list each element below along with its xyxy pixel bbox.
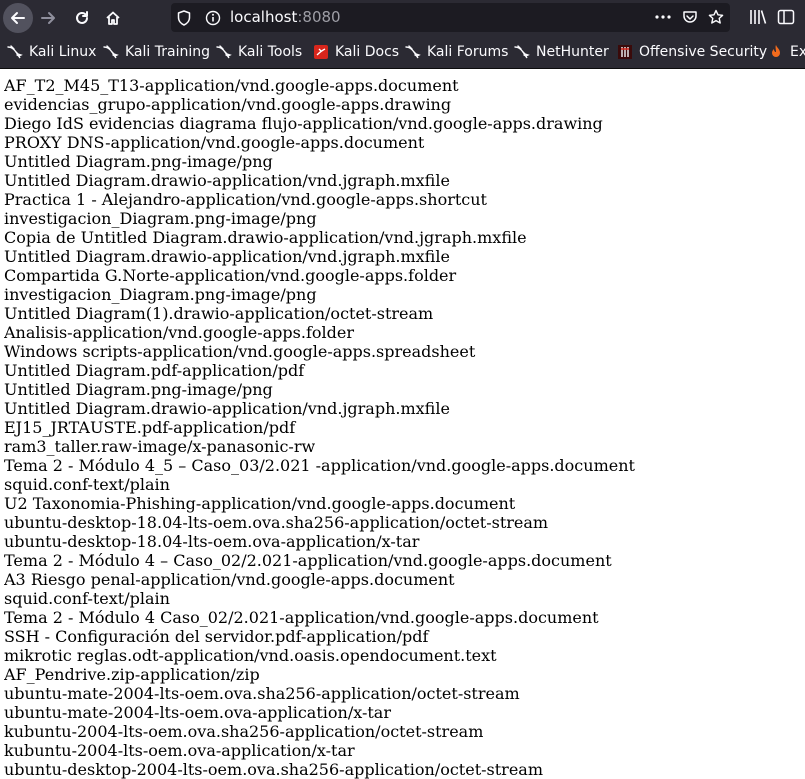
file-list-item: ubuntu-mate-2004-lts-oem.ova-application… bbox=[4, 703, 391, 722]
bookmark-label: Kali Forums bbox=[427, 44, 509, 60]
file-list-item: Untitled Diagram.png-image/png bbox=[4, 380, 273, 399]
file-list-item: investigacion_Diagram.png-image/png bbox=[4, 285, 317, 304]
file-list-item: Analisis-application/vnd.google-apps.fol… bbox=[4, 323, 354, 342]
shield-icon[interactable] bbox=[177, 10, 191, 26]
bookmark-label: Ex bbox=[790, 44, 805, 60]
forward-arrow-icon bbox=[41, 12, 55, 24]
kali-dragon-icon bbox=[514, 45, 530, 59]
file-list-item: Copia de Untitled Diagram.drawio-applica… bbox=[4, 228, 527, 247]
file-list-item: EJ15_JRTAUSTE.pdf-application/pdf bbox=[4, 418, 296, 437]
bookmark-label: NetHunter bbox=[536, 44, 609, 60]
file-list-item: kubuntu-2004-lts-oem.ova.sha256-applicat… bbox=[4, 722, 484, 741]
bookmark-kali-linux[interactable]: Kali Linux bbox=[7, 36, 96, 68]
file-list-item: squid.conf-text/plain bbox=[4, 475, 170, 494]
url-host: localhost bbox=[230, 8, 298, 26]
file-list-item: U2 Taxonomia-Phishing-application/vnd.go… bbox=[4, 494, 516, 513]
file-list-item: ubuntu-desktop-2004-lts-oem.ova.sha256-a… bbox=[4, 760, 543, 779]
bookmark-label: Kali Docs bbox=[335, 44, 400, 60]
file-list-item: Untitled Diagram.drawio-application/vnd.… bbox=[4, 399, 450, 418]
bookmark-label: Kali Training bbox=[125, 44, 210, 60]
sidebar-icon[interactable] bbox=[777, 8, 795, 26]
bookmark-kali-training[interactable]: Kali Training bbox=[103, 36, 210, 68]
browser-toolbar: localhost:8080 bbox=[0, 0, 805, 36]
bookmark-kali-tools[interactable]: Kali Tools bbox=[216, 36, 302, 68]
bookmark-nethunter[interactable]: NetHunter bbox=[514, 36, 609, 68]
home-icon bbox=[106, 11, 120, 25]
kali-docs-icon bbox=[314, 45, 328, 59]
file-list-item: Tema 2 - Módulo 4 Caso_02/2.021-applicat… bbox=[4, 608, 599, 627]
bookmark-label: Kali Tools bbox=[238, 44, 303, 60]
site-info-icon[interactable] bbox=[205, 10, 221, 26]
back-arrow-icon bbox=[11, 12, 25, 24]
pocket-icon[interactable] bbox=[682, 9, 698, 25]
file-list-item: Tema 2 - Módulo 4_5 – Caso_03/2.021 -app… bbox=[4, 456, 635, 475]
file-list-item: Windows scripts-application/vnd.google-a… bbox=[4, 342, 476, 361]
file-list-item: ubuntu-desktop-18.04-lts-oem.ova.sha256-… bbox=[4, 513, 549, 532]
url-text[interactable]: localhost:8080 bbox=[230, 8, 341, 26]
file-list-item: ubuntu-mate-2004-lts-oem.ova.sha256-appl… bbox=[4, 684, 520, 703]
forward-button[interactable] bbox=[33, 3, 63, 33]
file-list-item: Untitled Diagram.pdf-application/pdf bbox=[4, 361, 305, 380]
bookmark-exploit-db[interactable]: Ex bbox=[768, 36, 805, 68]
file-list-item: A3 Riesgo penal-application/vnd.google-a… bbox=[4, 570, 455, 589]
back-button[interactable] bbox=[3, 3, 33, 33]
bookmark-offensive-security[interactable]: Offensive Security bbox=[617, 36, 767, 68]
file-list-item: Untitled Diagram(1).drawio-application/o… bbox=[4, 304, 434, 323]
file-list-item: PROXY DNS-application/vnd.google-apps.do… bbox=[4, 133, 425, 152]
kali-dragon-icon bbox=[405, 45, 421, 59]
bookmarks-toolbar: Kali Linux Kali Training Kali Tools Kali… bbox=[0, 36, 805, 69]
file-list-item: Diego IdS evidencias diagrama flujo-appl… bbox=[4, 114, 603, 133]
url-bar[interactable]: localhost:8080 bbox=[171, 3, 730, 32]
file-list-item: ubuntu-desktop-18.04-lts-oem.ova-applica… bbox=[4, 532, 420, 551]
file-list-item: mikrotic reglas.odt-application/vnd.oasi… bbox=[4, 646, 497, 665]
file-list-item: Compartida G.Norte-application/vnd.googl… bbox=[4, 266, 457, 285]
file-list-item: Tema 2 - Módulo 4 – Caso_02/2.021-applic… bbox=[4, 551, 612, 570]
file-list-item: evidencias_grupo-application/vnd.google-… bbox=[4, 95, 452, 114]
file-list-item: Practica 1 - Alejandro-application/vnd.g… bbox=[4, 190, 487, 209]
library-icon[interactable] bbox=[749, 8, 767, 26]
file-list-item: Untitled Diagram.drawio-application/vnd.… bbox=[4, 171, 450, 190]
url-port: :8080 bbox=[297, 8, 341, 26]
file-list-item: kubuntu-2004-lts-oem.ova-application/x-t… bbox=[4, 741, 355, 760]
offsec-icon bbox=[618, 45, 632, 59]
exploit-db-icon bbox=[772, 45, 780, 57]
file-list-item: AF_Pendrive.zip-application/zip bbox=[4, 665, 260, 684]
bookmark-label: Kali Linux bbox=[29, 44, 97, 60]
file-list-item: SSH - Configuración del servidor.pdf-app… bbox=[4, 627, 429, 646]
kali-dragon-icon bbox=[103, 45, 119, 59]
bookmark-star-icon[interactable] bbox=[708, 9, 724, 25]
file-list-item: ram3_taller.raw-image/x-panasonic-rw bbox=[4, 437, 316, 456]
file-list-item: AF_T2_M45_T13-application/vnd.google-app… bbox=[4, 76, 459, 95]
bookmark-kali-forums[interactable]: Kali Forums bbox=[405, 36, 508, 68]
reload-button[interactable] bbox=[67, 3, 97, 33]
page-actions-icon[interactable] bbox=[654, 9, 672, 25]
home-button[interactable] bbox=[98, 3, 128, 33]
file-list-item: investigacion_Diagram.png-image/png bbox=[4, 209, 317, 228]
reload-icon bbox=[76, 11, 88, 24]
file-list-item: Untitled Diagram.png-image/png bbox=[4, 152, 273, 171]
kali-dragon-icon bbox=[7, 45, 23, 59]
file-list-item: Untitled Diagram.drawio-application/vnd.… bbox=[4, 247, 450, 266]
kali-dragon-icon bbox=[216, 45, 232, 59]
bookmark-kali-docs[interactable]: Kali Docs bbox=[313, 36, 399, 68]
file-list-item: squid.conf-text/plain bbox=[4, 589, 170, 608]
bookmark-label: Offensive Security bbox=[639, 44, 768, 60]
file-list: AF_T2_M45_T13-application/vnd.google-app… bbox=[4, 76, 804, 779]
